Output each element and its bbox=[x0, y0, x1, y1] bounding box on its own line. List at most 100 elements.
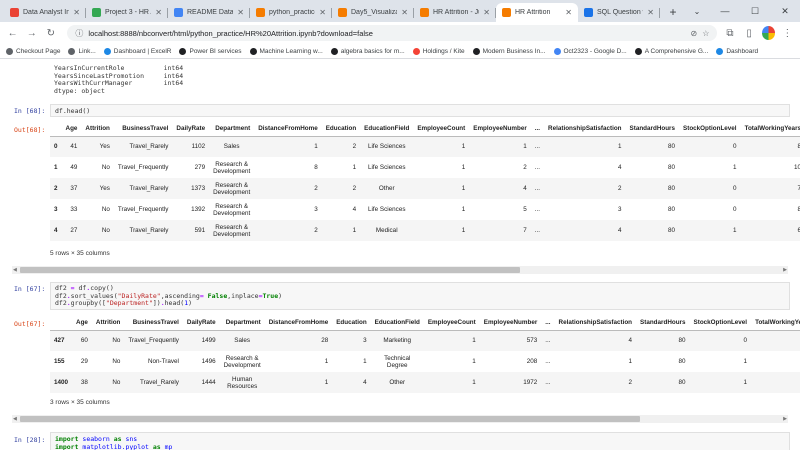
tab-label: SQL Question w bbox=[597, 9, 644, 16]
column-header bbox=[50, 316, 72, 330]
tab-label: HR Attrition - Jup bbox=[433, 9, 479, 16]
scroll-left-icon[interactable]: ◀ bbox=[13, 415, 17, 423]
bookmark-item[interactable]: algebra basics for m... bbox=[330, 47, 405, 55]
table-cell: 28 bbox=[321, 337, 329, 345]
table-cell: 33 bbox=[70, 206, 78, 213]
table-row: 427 60 No Travel_Frequently 1499 Sales 28 3 Mark… bbox=[50, 330, 800, 351]
bookmarks-bar: Checkout Page Link... Dashboard | ExcelR Po… bbox=[0, 44, 800, 59]
minimize-icon[interactable]: — bbox=[710, 0, 740, 22]
bookmark-item[interactable]: Checkout Page bbox=[6, 47, 60, 55]
bookmark-favicon-icon bbox=[472, 47, 480, 55]
column-header: BusinessTravel bbox=[132, 319, 179, 327]
table-cell: 1 bbox=[461, 227, 466, 234]
table-cell: No bbox=[101, 227, 110, 234]
table-cell: No bbox=[101, 164, 110, 171]
browser-tab[interactable]: README Data An✕ bbox=[168, 3, 250, 22]
close-window-icon[interactable]: ✕ bbox=[770, 0, 800, 22]
browser-tab[interactable]: Day5_Visualizatio✕ bbox=[332, 3, 414, 22]
menu-icon[interactable]: ⋮ bbox=[781, 26, 794, 40]
code-cell[interactable]: df.head() bbox=[50, 104, 790, 117]
table-cell: 1 bbox=[733, 227, 737, 234]
browser-tab[interactable]: SQL Question w ✕ bbox=[578, 3, 660, 22]
code-cell[interactable]: import seaborn as sns import matplotlib.p… bbox=[50, 432, 790, 450]
bookmark-item[interactable]: Link... bbox=[68, 47, 96, 55]
bookmark-item[interactable]: Dashboard bbox=[716, 47, 758, 55]
table-cell: 3 bbox=[314, 206, 318, 213]
browser-tab[interactable]: python_practice/✕ bbox=[250, 3, 332, 22]
table-cell: 1 bbox=[352, 164, 357, 171]
horizontal-scrollbar[interactable]: ◀ ▶ bbox=[12, 266, 788, 274]
scrollbar-thumb[interactable] bbox=[20, 267, 520, 273]
column-header: EducationField bbox=[364, 125, 410, 133]
table-row: 2 37 Yes Travel_Rarely 1373 Research & Develo… bbox=[50, 178, 800, 199]
out-prompt: Out[68]: bbox=[14, 126, 46, 134]
code-cell[interactable]: df2 = df.copy() df2.sort_values("DailyRat… bbox=[50, 282, 790, 310]
table-cell: 80 bbox=[678, 337, 686, 345]
table-cell: 7 bbox=[797, 185, 800, 192]
back-icon[interactable]: ← bbox=[6, 26, 19, 40]
bookmark-item[interactable]: Dashboard | ExcelR bbox=[103, 47, 171, 55]
forward-icon[interactable]: → bbox=[25, 26, 38, 40]
browser-tab[interactable]: Data Analyst Inte✕ bbox=[4, 3, 86, 22]
maximize-icon[interactable]: ☐ bbox=[740, 0, 770, 22]
table-cell: 8 bbox=[797, 143, 800, 151]
tab-close-icon[interactable]: ✕ bbox=[647, 8, 654, 17]
table-cell: 1 bbox=[461, 185, 466, 192]
bookmark-item[interactable]: Holdings / Kite bbox=[412, 47, 465, 55]
reload-icon[interactable]: ↻ bbox=[44, 26, 57, 40]
table-cell: Travel_Rarely bbox=[129, 185, 169, 192]
browser-tab[interactable]: Project 3 - HR A ✕ bbox=[86, 3, 168, 22]
sidepanel-icon[interactable]: ▯ bbox=[743, 26, 756, 40]
tab-close-icon[interactable]: ✕ bbox=[565, 8, 572, 17]
table-row: 0 41 Yes Travel_Rarely 1102 Sales 1 2 Life Scien… bbox=[50, 136, 800, 157]
tab-favicon-icon bbox=[584, 8, 593, 17]
scroll-right-icon[interactable]: ▶ bbox=[783, 266, 787, 274]
bookmark-item[interactable]: A Comprehensive G... bbox=[634, 47, 708, 55]
scroll-left-icon[interactable]: ◀ bbox=[13, 266, 17, 274]
profile-avatar[interactable] bbox=[761, 26, 775, 40]
tab-search-icon[interactable]: ⌄ bbox=[690, 4, 704, 18]
column-header: EmployeeCount bbox=[427, 319, 476, 327]
tab-close-icon[interactable]: ✕ bbox=[401, 8, 408, 17]
bookmark-item[interactable]: Power BI services bbox=[179, 47, 242, 55]
browser-tab[interactable]: HR Attrition ✕ bbox=[496, 3, 578, 22]
table-cell: No bbox=[101, 206, 110, 213]
table-cell: 29 bbox=[80, 358, 88, 365]
address-bar[interactable]: ⓘ localhost:8888/nbconvert/html/python_p… bbox=[67, 25, 718, 41]
bookmark-favicon-icon bbox=[330, 47, 338, 55]
tab-favicon-icon bbox=[92, 8, 101, 17]
tab-label: python_practice/ bbox=[269, 9, 316, 16]
bookmark-item[interactable]: Machine Learning w... bbox=[249, 47, 323, 55]
row-index: 427 bbox=[54, 337, 65, 345]
bookmark-star-icon[interactable]: ☆ bbox=[702, 29, 709, 38]
table-cell: 38 bbox=[80, 379, 88, 386]
table-cell: Travel_Rarely bbox=[129, 227, 169, 234]
table-cell: 1 bbox=[523, 143, 527, 151]
table-cell: Technical Degree bbox=[384, 354, 411, 369]
site-info-icon[interactable]: ⓘ bbox=[75, 28, 83, 39]
tab-favicon-icon bbox=[256, 8, 265, 17]
browser-tab[interactable]: HR Attrition - Jup ✕ bbox=[414, 3, 496, 22]
scroll-right-icon[interactable]: ▶ bbox=[783, 415, 787, 423]
horizontal-scrollbar[interactable]: ◀ ▶ bbox=[12, 415, 788, 423]
tab-close-icon[interactable]: ✕ bbox=[483, 8, 490, 17]
tab-close-icon[interactable]: ✕ bbox=[237, 8, 244, 17]
bookmark-favicon-icon bbox=[412, 47, 420, 55]
table-cell: 591 bbox=[194, 227, 206, 234]
bookmark-item[interactable]: Modern Business In... bbox=[472, 47, 546, 55]
table-cell: 10 bbox=[751, 351, 800, 372]
table-cell: 41 bbox=[70, 143, 78, 151]
new-tab-button[interactable]: + bbox=[664, 3, 682, 21]
column-header: DailyRate bbox=[186, 319, 216, 327]
table-cell: 2 bbox=[628, 379, 633, 386]
tab-close-icon[interactable]: ✕ bbox=[319, 8, 326, 17]
tab-label: Day5_Visualizatio bbox=[351, 9, 398, 16]
tab-close-icon[interactable]: ✕ bbox=[73, 8, 80, 17]
tab-close-icon[interactable]: ✕ bbox=[155, 8, 162, 17]
column-header: BusinessTravel bbox=[122, 125, 169, 133]
row-index: 2 bbox=[54, 185, 58, 192]
eye-off-icon[interactable]: ⊘ bbox=[691, 29, 698, 38]
bookmark-item[interactable]: Oct2323 - Google D... bbox=[553, 47, 627, 55]
scrollbar-thumb[interactable] bbox=[20, 416, 640, 422]
extensions-icon[interactable]: ⧉ bbox=[723, 26, 736, 40]
